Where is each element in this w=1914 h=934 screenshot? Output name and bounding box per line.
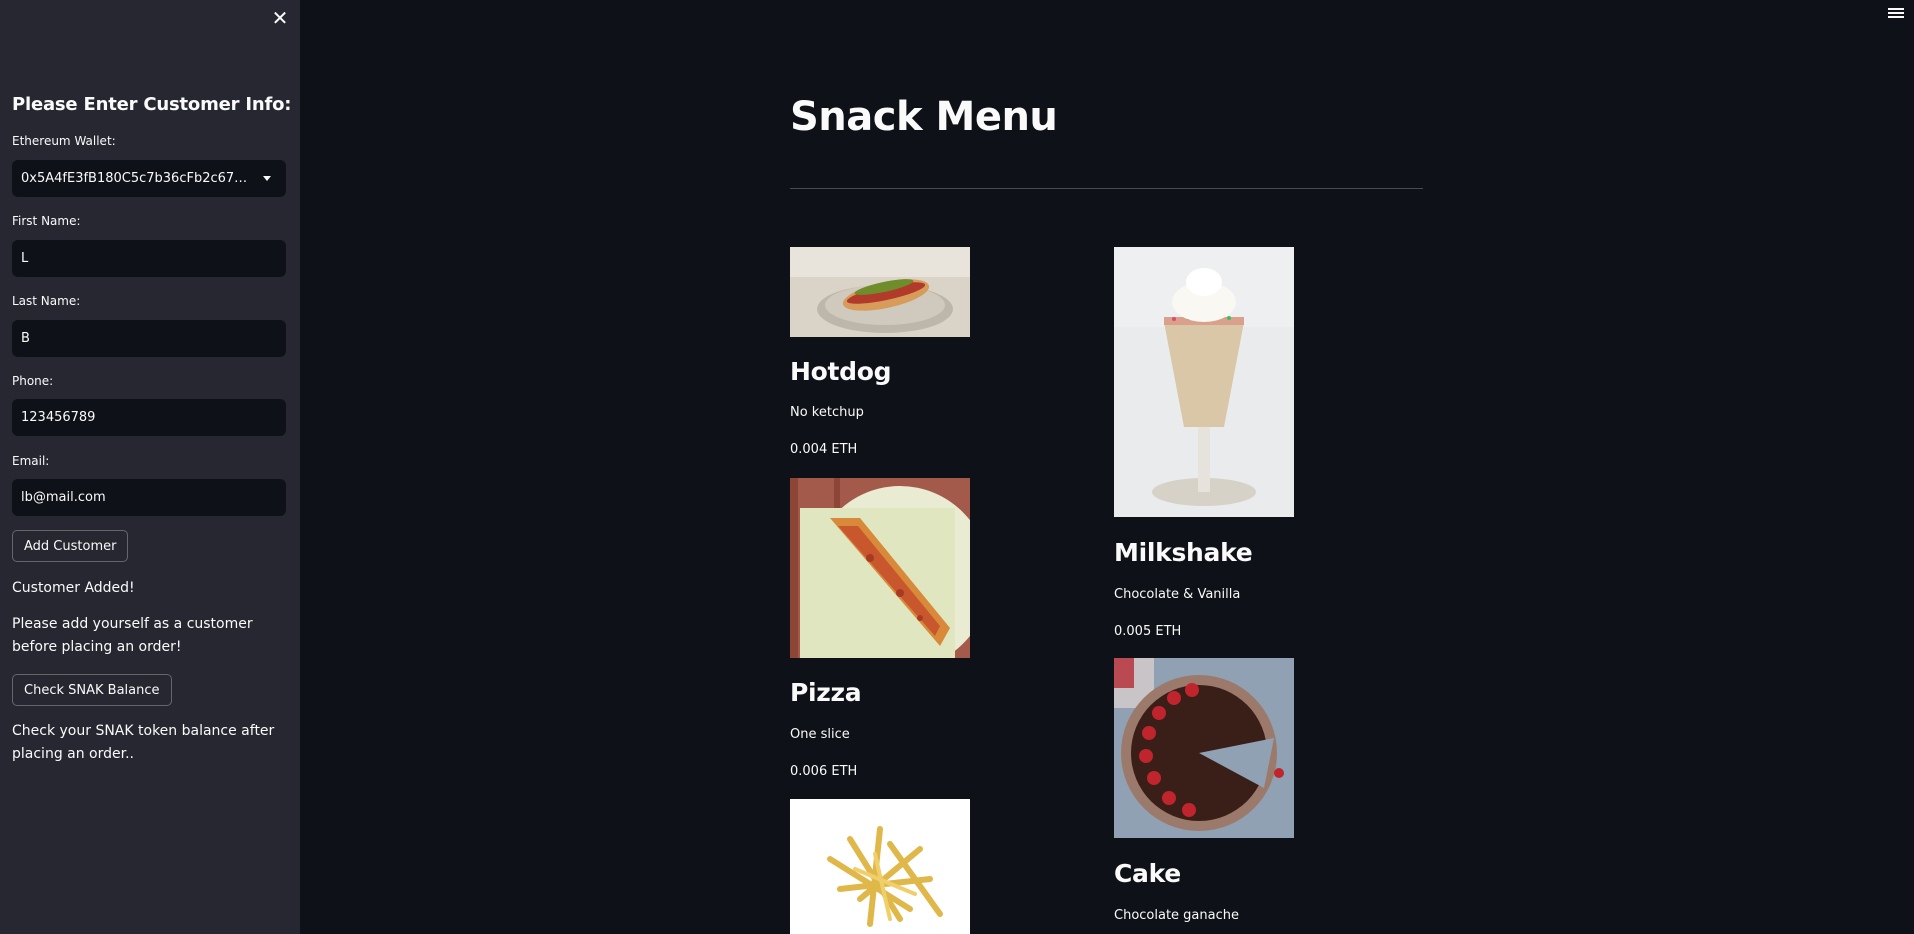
wallet-label: Ethereum Wallet: <box>12 134 116 148</box>
customer-added-text: Customer Added! <box>12 580 135 596</box>
last-name-label: Last Name: <box>12 294 81 308</box>
item-description: One slice <box>790 727 850 742</box>
pizza-image <box>790 478 970 658</box>
add-yourself-text: Please add yourself as a customer before… <box>12 616 253 655</box>
check-balance-text: Check your SNAK token balance after plac… <box>12 723 275 762</box>
email-field[interactable]: lb@mail.com <box>12 479 286 516</box>
phone-label: Phone: <box>12 374 54 388</box>
hamburger-menu-icon[interactable] <box>1888 6 1904 22</box>
sidebar-title: Please Enter Customer Info: <box>12 94 292 115</box>
fries-image <box>790 799 970 934</box>
sidebar: ✕ Please Enter Customer Info: Ethereum W… <box>0 0 300 934</box>
item-name: Pizza <box>790 678 862 707</box>
phone-field[interactable]: 123456789 <box>12 399 286 436</box>
item-price: 0.006 ETH <box>790 764 858 779</box>
wallet-value: 0x5A4fE3fB180C5c7b36cFb2c67b99… <box>21 171 253 186</box>
wallet-select[interactable]: 0x5A4fE3fB180C5c7b36cFb2c67b99… <box>12 160 286 197</box>
item-name: Hotdog <box>790 357 892 386</box>
item-price: 0.004 ETH <box>790 442 858 457</box>
email-label: Email: <box>12 454 50 468</box>
cake-image <box>1114 658 1294 838</box>
page-title: Snack Menu <box>790 94 1058 140</box>
item-price: 0.005 ETH <box>1114 624 1182 639</box>
chevron-down-icon <box>263 176 271 181</box>
divider <box>790 188 1423 189</box>
first-name-label: First Name: <box>12 214 81 228</box>
hotdog-image <box>790 247 970 337</box>
last-name-field[interactable]: B <box>12 320 286 357</box>
item-description: Chocolate ganache <box>1114 908 1239 923</box>
item-name: Cake <box>1114 859 1181 888</box>
item-name: Milkshake <box>1114 538 1253 567</box>
item-description: Chocolate & Vanilla <box>1114 587 1241 602</box>
first-name-field[interactable]: L <box>12 240 286 277</box>
close-icon[interactable]: ✕ <box>268 6 292 30</box>
milkshake-image <box>1114 247 1294 517</box>
item-description: No ketchup <box>790 405 864 420</box>
check-balance-button[interactable]: Check SNAK Balance <box>12 674 172 706</box>
add-customer-button[interactable]: Add Customer <box>12 530 129 562</box>
